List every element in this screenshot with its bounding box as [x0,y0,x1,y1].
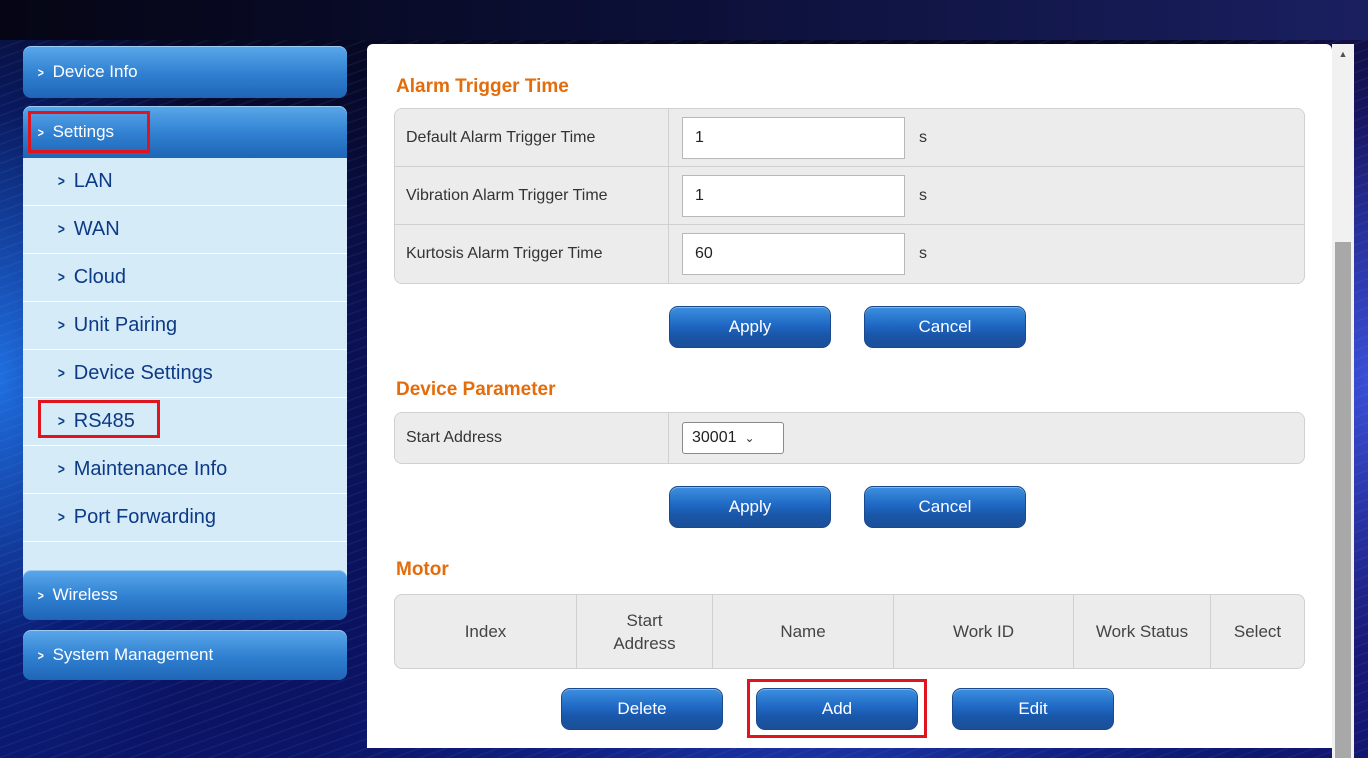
column-header-name: Name [713,595,894,668]
nav-settings-label: Settings [52,122,115,141]
chevron-right-icon: > [57,461,65,478]
default-alarm-input[interactable] [682,116,905,159]
chevron-right-icon: > [57,413,65,430]
alarm-section-title: Alarm Trigger Time [396,76,569,97]
motor-add-button[interactable]: Add [756,688,918,730]
vibration-alarm-input[interactable] [682,174,905,217]
chevron-down-icon: ⌄ [744,431,755,445]
nav-system-management[interactable]: > System Management [23,630,347,680]
chevron-right-icon: > [37,587,44,603]
chevron-right-icon: > [37,64,44,80]
sidebar-item-label: WAN [73,218,120,240]
sidebar-item-label: Maintenance Info [73,458,228,480]
chevron-right-icon: > [57,365,65,382]
nav-device-info[interactable]: > Device Info [23,46,347,98]
motor-section-title: Motor [396,559,449,580]
column-header-work-id: Work ID [894,595,1074,668]
nav-settings[interactable]: > Settings [23,106,347,158]
sidebar-item-maintenance-info[interactable]: > Maintenance Info [23,446,347,494]
sidebar-item-label: Unit Pairing [73,314,178,336]
chevron-right-icon: > [37,647,44,663]
unit-label: s [919,128,927,146]
alarm-apply-button[interactable]: Apply [669,306,831,348]
device-parameter-title: Device Parameter [396,379,556,400]
sidebar-item-unit-pairing[interactable]: > Unit Pairing [23,302,347,350]
form-row: Kurtosis Alarm Trigger Time s [395,225,1304,283]
sidebar-item-lan[interactable]: > LAN [23,158,347,206]
column-header-work-status: Work Status [1074,595,1211,668]
default-alarm-label: Default Alarm Trigger Time [395,109,669,166]
settings-submenu: > LAN > WAN > Cloud > Unit Pairing > Device S… [23,158,347,542]
form-field: 30001 ⌄ [669,413,1304,463]
nav-wireless-label: Wireless [52,585,118,604]
start-address-select[interactable]: 30001 ⌄ [682,422,784,454]
top-band [0,0,1368,40]
device-parameter-table: Start Address 30001 ⌄ [394,412,1305,464]
column-header-select: Select [1233,622,1282,641]
scrollbar-thumb[interactable] [1335,242,1351,758]
form-field: s [669,109,1304,166]
unit-label: s [919,186,927,204]
chevron-right-icon: > [57,221,65,238]
triangle-up-icon[interactable]: ▲ [1332,44,1354,64]
motor-edit-button[interactable]: Edit [952,688,1114,730]
form-row: Default Alarm Trigger Time s [395,109,1304,167]
nav-system-management-label: System Management [52,645,214,664]
chevron-right-icon: > [57,269,65,286]
chevron-right-icon: > [57,509,65,526]
start-address-value: 30001 [692,429,737,446]
sidebar-item-cloud[interactable]: > Cloud [23,254,347,302]
motor-delete-button[interactable]: Delete [561,688,723,730]
device-param-apply-button[interactable]: Apply [669,486,831,528]
motor-table-header: Index Start Address Name Work ID Work St… [394,594,1305,669]
kurtosis-alarm-label: Kurtosis Alarm Trigger Time [395,225,669,283]
main-panel: Alarm Trigger Time Default Alarm Trigger… [367,44,1332,748]
vertical-scrollbar[interactable]: ▲ [1332,44,1354,758]
settings-menu: > Settings > LAN > WAN > Cloud > Unit Pairin… [23,106,347,602]
sidebar-item-label: LAN [73,170,113,192]
device-param-cancel-button[interactable]: Cancel [864,486,1026,528]
chevron-right-icon: > [57,317,65,334]
form-row: Start Address 30001 ⌄ [395,413,1304,463]
start-address-label: Start Address [395,413,669,463]
form-row: Vibration Alarm Trigger Time s [395,167,1304,225]
sidebar-item-port-forwarding[interactable]: > Port Forwarding [23,494,347,542]
form-field: s [669,225,1304,283]
column-header-index: Index [395,595,577,668]
vibration-alarm-label: Vibration Alarm Trigger Time [395,167,669,224]
unit-label: s [919,245,927,262]
nav-device-info-label: Device Info [52,62,138,81]
alarm-cancel-button[interactable]: Cancel [864,306,1026,348]
nav-wireless[interactable]: > Wireless [23,570,347,620]
sidebar-item-label: Cloud [73,266,127,288]
sidebar-item-label: RS485 [73,410,135,432]
column-header-start-address: Start Address [577,595,713,668]
sidebar-item-wan[interactable]: > WAN [23,206,347,254]
sidebar-item-rs485[interactable]: > RS485 [23,398,347,446]
kurtosis-alarm-input[interactable] [682,233,905,275]
sidebar-item-label: Device Settings [73,362,213,384]
form-field: s [669,167,1304,224]
sidebar-item-device-settings[interactable]: > Device Settings [23,350,347,398]
chevron-right-icon: > [57,173,65,190]
alarm-trigger-table: Default Alarm Trigger Time s Vibration A… [394,108,1305,284]
sidebar-item-label: Port Forwarding [73,506,217,528]
chevron-right-icon: > [37,124,44,140]
